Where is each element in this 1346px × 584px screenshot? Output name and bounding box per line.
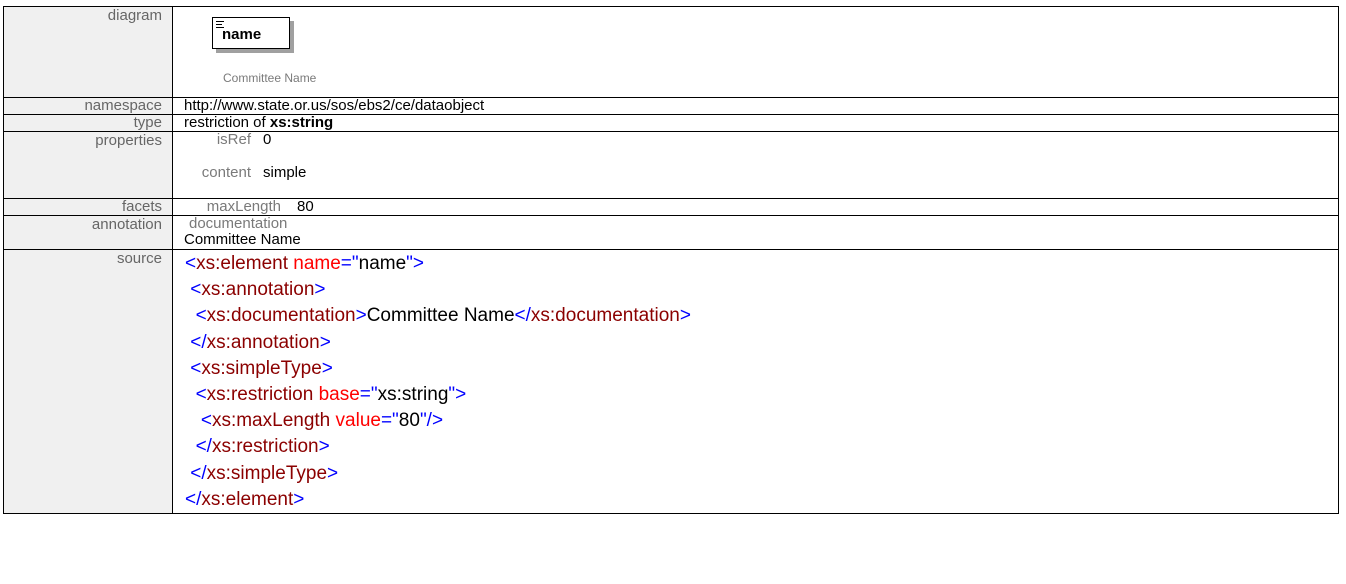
source-line: </xs:restriction> — [185, 434, 1338, 460]
source-token: </ — [514, 305, 531, 327]
source-line: <xs:restriction base="xs:string"> — [185, 382, 1338, 408]
properties-table: isRef 0 content simple — [184, 132, 307, 198]
type-base: xs:string — [269, 114, 334, 131]
source-token: xs:simpleType — [201, 357, 322, 379]
element-box-documentation: Committee Name — [223, 71, 317, 85]
namespace-value: http://www.state.or.us/sos/ebs2/ce/datao… — [172, 97, 1339, 115]
diagram: name Committee Name — [184, 7, 1338, 97]
property-row: isRef 0 — [184, 132, 306, 165]
source-token: "/> — [419, 410, 444, 432]
source-token: xs:maxLength — [211, 410, 331, 432]
annotation-text: Committee Name — [184, 231, 301, 248]
source-token: > — [293, 488, 305, 510]
element-doc-table: diagram name Committee Name namespace ht… — [3, 6, 1339, 515]
source-token: </ — [190, 462, 207, 484]
type-prefix: restriction of — [184, 114, 270, 131]
source-token: value — [335, 410, 381, 432]
source-token: > — [327, 462, 339, 484]
facet-key: maxLength — [206, 198, 281, 215]
source-label: source — [3, 248, 173, 515]
properties-label: properties — [3, 131, 173, 199]
type-row: type restriction of xs:string — [3, 114, 1339, 132]
source-token: Committee Name — [366, 305, 515, 327]
source-token: < — [190, 357, 202, 379]
properties-cell: isRef 0 content simple — [172, 131, 1339, 199]
source-token: < — [195, 384, 207, 406]
property-row: content simple — [184, 164, 307, 198]
source-token: xs:documentation — [206, 305, 356, 327]
source-line: <xs:annotation> — [185, 277, 1338, 303]
source-line: </xs:simpleType> — [185, 461, 1338, 487]
source-token: name — [358, 253, 407, 274]
source-token: xs:string — [377, 384, 449, 406]
source-token — [185, 384, 196, 405]
source-token: xs:annotation — [206, 331, 320, 353]
diagram-row: diagram name Committee Name — [3, 6, 1339, 98]
source-token: xs:restriction — [206, 384, 314, 406]
property-value: simple — [263, 164, 307, 181]
source-token: xs:documentation — [530, 305, 680, 327]
properties-row: properties isRef 0 content simple — [3, 131, 1339, 199]
annotation-cell: documentation Committee Name — [172, 215, 1339, 250]
source-row: source <xs:element name="name"> <xs:anno… — [3, 248, 1339, 515]
source-token: </ — [195, 436, 212, 458]
source-token — [185, 305, 196, 326]
source-line: <xs:simpleType> — [185, 356, 1338, 382]
source-token: base — [318, 384, 360, 406]
source-line: <xs:element name="name"> — [185, 251, 1338, 277]
type-value: restriction of xs:string — [172, 114, 1339, 132]
facets-row: facets maxLength 80 — [3, 198, 1339, 216]
source-token: =" — [340, 253, 359, 274]
source-token: > — [318, 436, 330, 458]
source-token: =" — [380, 410, 399, 432]
property-value: 0 — [263, 131, 272, 148]
facets-label: facets — [3, 198, 173, 216]
source-token: < — [190, 279, 202, 301]
source-line: </xs:element> — [185, 487, 1338, 513]
annotation-heading: documentation — [189, 215, 288, 232]
annotation-label: annotation — [3, 215, 173, 250]
source-token: < — [200, 410, 212, 432]
source-token: xs:element — [201, 488, 294, 510]
source-token: > — [355, 305, 367, 327]
facets-cell: maxLength 80 — [172, 198, 1339, 216]
source-line: <xs:maxLength value="80"/> — [185, 408, 1338, 434]
source-token: "> — [448, 384, 467, 406]
source-token: xs:simpleType — [206, 462, 328, 484]
source-token: name — [293, 253, 341, 274]
source-token: < — [185, 253, 197, 274]
source-token: xs:annotation — [201, 279, 315, 301]
element-box: name — [212, 17, 290, 49]
property-key: isRef — [216, 131, 251, 148]
annotation-row: annotation documentation Committee Name — [3, 215, 1339, 250]
source-token: 80 — [398, 410, 420, 432]
source-cell: <xs:element name="name"> <xs:annotation>… — [172, 248, 1339, 515]
namespace-row: namespace http://www.state.or.us/sos/ebs… — [3, 97, 1339, 115]
source-line: <xs:documentation>Committee Name</xs:doc… — [185, 303, 1338, 329]
source-token: </ — [185, 488, 202, 510]
type-label: type — [3, 114, 173, 132]
namespace-label: namespace — [3, 97, 173, 115]
diagram-label: diagram — [3, 6, 173, 98]
source-token: > — [321, 357, 333, 379]
source-code: <xs:element name="name"> <xs:annotation>… — [184, 250, 1338, 513]
source-token: > — [314, 279, 326, 301]
source-token: < — [195, 305, 207, 327]
facets-table: maxLength 80 — [184, 199, 314, 215]
source-token — [185, 410, 201, 431]
source-token: > — [319, 331, 331, 353]
source-token — [185, 436, 196, 457]
source-token: xs:restriction — [211, 436, 319, 458]
source-token: > — [679, 305, 691, 327]
diagram-cell: name Committee Name — [172, 6, 1339, 98]
source-line: </xs:annotation> — [185, 330, 1338, 356]
source-token: "> — [406, 253, 425, 274]
source-token: xs:element — [196, 253, 288, 274]
element-box-name: name — [222, 26, 262, 43]
source-token: =" — [359, 384, 378, 406]
facet-row: maxLength 80 — [184, 199, 314, 215]
facet-value: 80 — [297, 198, 314, 215]
source-token: </ — [190, 331, 207, 353]
property-key: content — [201, 164, 251, 181]
